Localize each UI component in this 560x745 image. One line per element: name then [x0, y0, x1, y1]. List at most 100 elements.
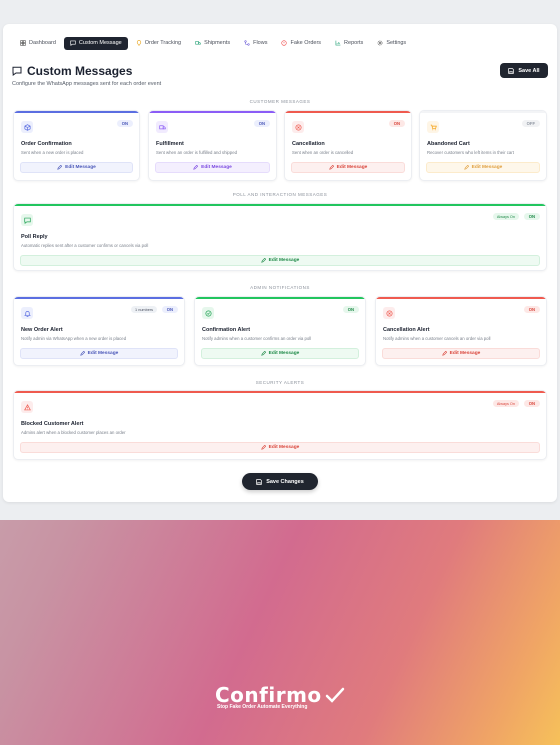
gear-icon — [377, 40, 383, 46]
grid-icon — [20, 40, 26, 46]
toggle-switch[interactable]: OFF — [521, 120, 540, 127]
nav-label: Flows — [253, 40, 268, 46]
icon-box — [21, 401, 33, 413]
card-cancellation: ON Cancellation Sent when an order is ca… — [284, 110, 412, 181]
edit-message-button[interactable]: Edit Message — [20, 162, 133, 173]
brand-logo: Confirmo Stop Fake Order Automate Everyt… — [215, 683, 345, 713]
check-circle-icon — [204, 309, 212, 317]
edit-label: Edit Message — [201, 165, 232, 170]
flow-icon — [244, 40, 250, 46]
warning-icon — [23, 403, 31, 410]
card-cancellation-alert: ON Cancellation Alert Notify admins when… — [375, 296, 547, 366]
card-title: Blocked Customer Alert — [21, 421, 84, 427]
nav-flows[interactable]: Flows — [238, 37, 273, 50]
edit-message-button[interactable]: Edit Message — [382, 348, 540, 359]
card-accent — [285, 111, 411, 113]
pencil-icon — [441, 351, 447, 356]
nav-label: Order Tracking — [144, 40, 182, 46]
icon-box — [427, 121, 439, 133]
nav-order-tracking[interactable]: Order Tracking — [130, 37, 187, 50]
nav-label: Dashboard — [29, 40, 56, 46]
card-order-confirmation: ON Order Confirmation Sent when a new or… — [13, 110, 140, 181]
edit-message-button[interactable]: Edit Message — [20, 348, 178, 359]
toggle-switch[interactable]: ON — [342, 306, 359, 313]
card-accent — [14, 297, 184, 299]
save-icon — [256, 478, 262, 485]
card-confirmation-alert: ON Confirmation Alert Notify admins when… — [194, 296, 366, 366]
toggle-switch[interactable]: ON — [253, 120, 270, 127]
edit-label: Edit Message — [268, 258, 300, 263]
chart-icon — [335, 40, 341, 46]
card-abandoned-cart: OFF Abandoned Cart Recover customers who… — [419, 110, 547, 181]
card-title: Cancellation Alert — [383, 327, 430, 333]
x-circle-icon — [385, 309, 393, 317]
icon-box — [156, 121, 168, 133]
card-blocked-customer-alert: Always On ON Blocked Customer Alert Admi… — [13, 390, 547, 460]
card-fulfillment: ON Fulfillment Sent when an order is ful… — [148, 110, 277, 181]
card-title: Poll Reply — [21, 234, 48, 240]
nav-reports[interactable]: Reports — [329, 37, 369, 50]
truck-icon — [195, 41, 201, 45]
message-icon — [23, 217, 31, 224]
edit-message-button[interactable]: Edit Message — [291, 162, 405, 173]
section-security-alerts: SECURITY ALERTS — [255, 380, 305, 385]
save-all-button[interactable]: Save All — [500, 63, 548, 78]
truck-icon — [158, 124, 166, 129]
edit-label: Edit Message — [65, 165, 96, 170]
edit-label: Edit Message — [471, 165, 503, 170]
numbers-badge: 1 numbers — [131, 306, 157, 313]
nav-dashboard[interactable]: Dashboard — [14, 37, 62, 50]
box-icon — [23, 123, 31, 131]
page-header: Custom Messages — [12, 64, 132, 78]
pencil-icon — [260, 445, 266, 450]
save-all-label: Save All — [518, 67, 540, 74]
toggle-switch[interactable]: ON — [161, 306, 178, 313]
nav-shipments[interactable]: Shipments — [189, 37, 236, 50]
toggle-switch[interactable]: ON — [523, 213, 540, 220]
card-description: Sent when an order is fulfilled and ship… — [156, 150, 237, 155]
always-on-badge: Always On — [492, 400, 519, 407]
card-accent — [420, 111, 546, 113]
save-changes-button[interactable]: Save Changes — [242, 473, 318, 490]
card-description: Sent when a new order is placed — [21, 150, 84, 155]
card-description: Sent when an order is cancelled — [292, 150, 354, 155]
toggle-switch[interactable]: ON — [388, 120, 405, 127]
x-circle-icon — [294, 123, 302, 131]
pencil-icon — [79, 351, 85, 356]
edit-message-button[interactable]: Edit Message — [20, 255, 540, 266]
edit-label: Edit Message — [87, 351, 119, 356]
nav-label: Settings — [386, 40, 407, 46]
edit-message-button[interactable]: Edit Message — [426, 162, 540, 173]
icon-box — [383, 307, 395, 319]
save-changes-label: Save Changes — [266, 478, 304, 485]
pencil-icon — [57, 165, 63, 170]
pencil-icon — [463, 165, 469, 170]
card-accent — [14, 204, 546, 206]
nav-settings[interactable]: Settings — [371, 37, 412, 50]
icon-box — [21, 121, 33, 133]
section-customer-messages: CUSTOMER MESSAGES — [249, 99, 311, 104]
pencil-icon — [193, 165, 199, 170]
card-accent — [14, 391, 546, 393]
section-admin-notifications: ADMIN NOTIFICATIONS — [250, 285, 310, 290]
edit-message-button[interactable]: Edit Message — [155, 162, 270, 173]
pencil-icon — [260, 351, 266, 356]
icon-box — [21, 214, 33, 226]
message-icon — [70, 40, 76, 46]
top-nav: Dashboard Custom Message Order Tracking … — [14, 34, 546, 52]
nav-label: Custom Message — [78, 40, 122, 46]
edit-message-button[interactable]: Edit Message — [201, 348, 359, 359]
toggle-switch[interactable]: ON — [523, 306, 540, 313]
message-icon — [12, 66, 22, 76]
toggle-switch[interactable]: ON — [116, 120, 133, 127]
pencil-icon — [260, 258, 266, 263]
save-icon — [508, 67, 515, 74]
nav-custom-message[interactable]: Custom Message — [63, 36, 128, 50]
cart-icon — [430, 124, 437, 130]
edit-label: Edit Message — [268, 445, 300, 450]
nav-fake-orders[interactable]: Fake Orders — [275, 37, 327, 50]
edit-message-button[interactable]: Edit Message — [20, 442, 540, 453]
card-description: Automatic replies sent after a customer … — [21, 243, 149, 248]
toggle-switch[interactable]: ON — [523, 400, 540, 407]
card-accent — [376, 297, 546, 299]
